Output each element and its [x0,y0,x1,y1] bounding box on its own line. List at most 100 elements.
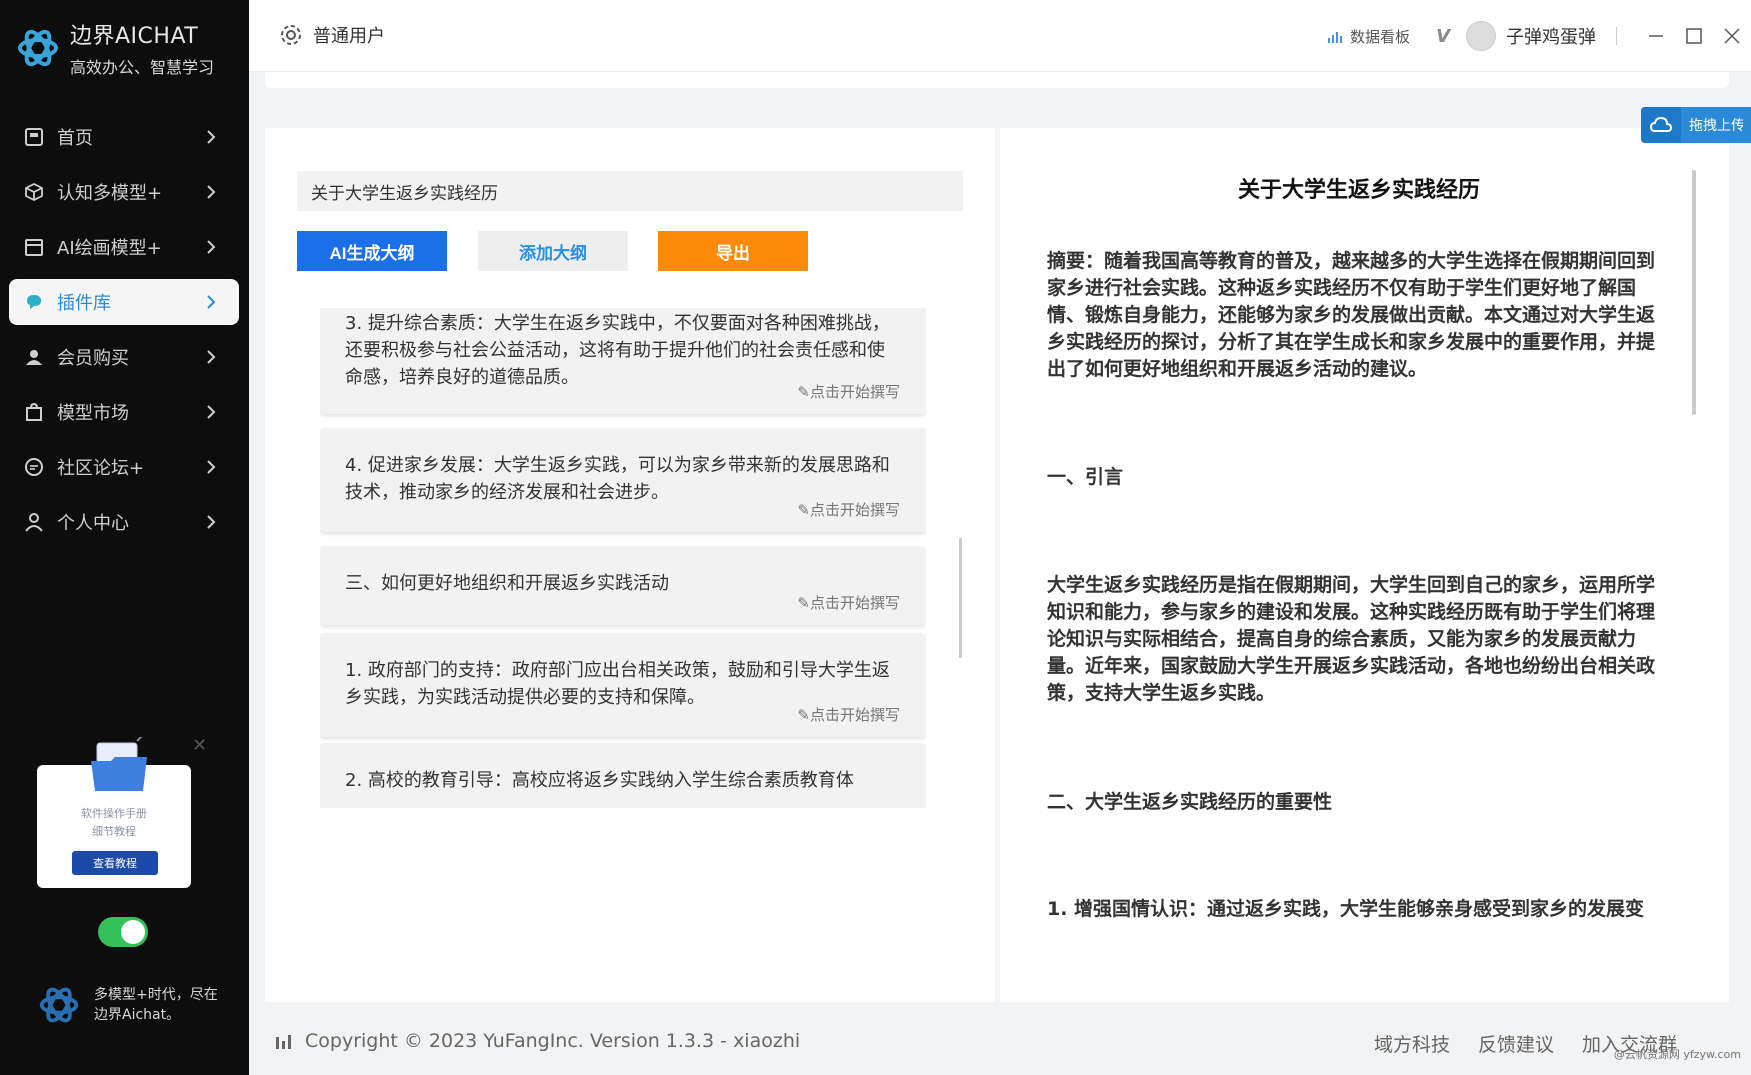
brand-logo-icon [39,987,79,1023]
section-heading: 二、大学生返乡实践经历的重要性 [1047,791,1333,813]
tutorial-subtitle: 细节教程 [92,825,136,838]
pencil-icon: ✎ [797,501,810,519]
theme-toggle[interactable] [98,917,148,947]
sidebar: 边界AICHAT 高效办公、智慧学习 首页 认知多模型+ AI绘画模型+ 插件库… [0,0,249,1075]
sidebar-item-plugins[interactable]: 插件库 [9,279,239,325]
bag-icon [23,401,45,423]
document-preview: 关于大学生返乡实践经历 摘要：随着我国高等教育的普及，越来越多的大学生选择在假期… [1000,128,1729,1002]
document-title: 关于大学生返乡实践经历 [1237,178,1480,203]
pencil-icon: ✎ [797,706,810,724]
section-heading: 一、引言 [1047,466,1124,488]
bar-chart-icon [276,1035,291,1049]
sidebar-item-label: 模型市场 [57,403,129,424]
tutorial-card: ✕ 软件操作手册 细节教程 查看教程 [37,735,207,888]
sidebar-item-forum[interactable]: 社区论坛+ [9,444,239,490]
document-scrollbar[interactable] [1692,170,1696,415]
sidebar-item-membership[interactable]: 会员购买 [9,334,239,380]
sidebar-item-label: 首页 [57,128,93,149]
header-right: 数据看板 V 子弹鸡蛋弹 [1326,20,1751,52]
document-paragraph: 1. 增强国情认识：通过返乡实践，大学生能够亲身感受到家乡的发展变 [1047,898,1645,920]
add-outline-button[interactable]: 添加大纲 [478,231,628,271]
header: 普通用户 数据看板 V 子弹鸡蛋弹 [249,0,1751,72]
user-type[interactable]: 普通用户 [279,22,385,48]
view-tutorial-button[interactable]: 查看教程 [72,851,158,875]
chevron-right-icon [207,240,216,254]
outline-card[interactable]: 2. 高校的教育引导：高校应将返乡实践纳入学生综合素质教育体 [320,743,926,808]
export-button[interactable]: 导出 [658,231,808,271]
plugin-icon [23,291,45,313]
close-icon [1724,28,1740,44]
pencil-icon: ✎ [797,594,810,612]
brand-slogan: 高效办公、智慧学习 [70,58,215,77]
outline-editor: AI生成大纲 添加大纲 导出 3. 提升综合素质：大学生在返乡实践中，不仅要面对… [265,128,995,1002]
start-writing-link[interactable]: ✎ 点击开始撰写 [797,590,900,617]
folder-icon [91,737,147,791]
sidebar-item-market[interactable]: 模型市场 [9,389,239,435]
start-writing-link[interactable]: ✎ 点击开始撰写 [797,379,900,406]
sidebar-nav: 首页 认知多模型+ AI绘画模型+ 插件库 会员购买 模型市场 社区论坛+ 个人… [9,114,239,554]
brand-name: 边界AICHAT [70,24,199,49]
bar-chart-icon [1328,32,1343,43]
footer-link-company[interactable]: 域方科技 [1374,1030,1450,1057]
tutorial-title: 软件操作手册 [81,807,147,820]
sidebar-item-label: 社区论坛+ [57,458,145,479]
footer-link-feedback[interactable]: 反馈建议 [1478,1030,1554,1057]
drag-upload-tab[interactable]: 拖拽上传 [1641,107,1751,143]
dashboard-link[interactable]: 数据看板 [1326,26,1410,47]
member-icon [23,346,45,368]
sidebar-item-models[interactable]: 认知多模型+ [9,169,239,215]
user-type-label: 普通用户 [313,26,385,47]
avatar[interactable] [1466,21,1496,51]
brand-logo-icon [18,29,58,67]
chevron-right-icon [207,130,216,144]
outline-card-text: 2. 高校的教育引导：高校应将返乡实践纳入学生综合素质教育体 [345,770,854,791]
start-writing-link[interactable]: ✎ 点击开始撰写 [797,702,900,729]
drag-upload-label: 拖拽上传 [1689,118,1743,134]
maximize-icon [1686,28,1702,44]
chevron-right-icon [207,185,216,199]
watermark: @云帆资源网 yfzyw.com [1613,1048,1741,1061]
calendar-icon [23,236,45,258]
outline-list: 3. 提升综合素质：大学生在返乡实践中，不仅要面对各种困难挑战，还要积极参与社会… [320,308,926,808]
divider [1616,27,1617,45]
sidebar-item-label: 个人中心 [57,513,129,534]
top-strip [265,72,1729,88]
outline-scrollbar[interactable] [959,538,962,658]
document-abstract: 摘要：随着我国高等教育的普及，越来越多的大学生选择在假期期间回到家乡进行社会实践… [1047,250,1656,380]
sidebar-item-ai-drawing[interactable]: AI绘画模型+ [9,224,239,270]
chat-icon [23,456,45,478]
cloud-upload-icon [1641,107,1681,143]
outline-card[interactable]: 1. 政府部门的支持：政府部门应出台相关政策，鼓励和引导大学生返乡实践，为实践活… [320,633,926,737]
sidebar-item-home[interactable]: 首页 [9,114,239,160]
sidebar-item-profile[interactable]: 个人中心 [9,499,239,545]
pencil-icon: ✎ [797,383,810,401]
footer: Copyright © 2023 YuFangInc. Version 1.3.… [249,1010,1751,1075]
close-icon[interactable]: ✕ [192,735,207,756]
copyright: Copyright © 2023 YuFangInc. Version 1.3.… [275,1030,800,1052]
maximize-button[interactable] [1675,20,1713,52]
title-input[interactable] [297,171,963,211]
username[interactable]: 子弹鸡蛋弹 [1506,23,1596,49]
user-icon [23,511,45,533]
document-paragraph: 大学生返乡实践经历是指在假期期间，大学生回到自己的家乡，运用所学知识和能力，参与… [1047,574,1656,704]
chevron-right-icon [207,295,216,309]
sidebar-item-label: AI绘画模型+ [57,238,162,259]
outline-card[interactable]: 3. 提升综合素质：大学生在返乡实践中，不仅要面对各种困难挑战，还要积极参与社会… [320,308,926,414]
brand: 边界AICHAT 高效办公、智慧学习 [14,18,214,78]
start-writing-link[interactable]: ✎ 点击开始撰写 [797,497,900,524]
home-icon [23,126,45,148]
footer-slogan: 多模型+时代，尽在边界Aichat。 [94,987,218,1023]
close-button[interactable] [1713,20,1751,52]
copyright-text: Copyright © 2023 YuFangInc. Version 1.3.… [305,1030,801,1052]
minimize-button[interactable] [1637,20,1675,52]
sidebar-footer: 多模型+时代，尽在边界Aichat。 [36,982,224,1028]
ai-generate-outline-button[interactable]: AI生成大纲 [297,231,447,271]
outline-card[interactable]: 4. 促进家乡发展：大学生返乡实践，可以为家乡带来新的发展思路和技术，推动家乡的… [320,428,926,532]
dashboard-label: 数据看板 [1350,27,1411,46]
gear-icon [281,25,301,45]
sidebar-item-label: 认知多模型+ [57,183,163,204]
chevron-right-icon [207,515,216,529]
vip-icon[interactable]: V [1436,26,1450,47]
sidebar-item-label: 会员购买 [57,348,129,369]
outline-card[interactable]: 三、如何更好地组织和开展返乡实践活动 ✎ 点击开始撰写 [320,546,926,625]
